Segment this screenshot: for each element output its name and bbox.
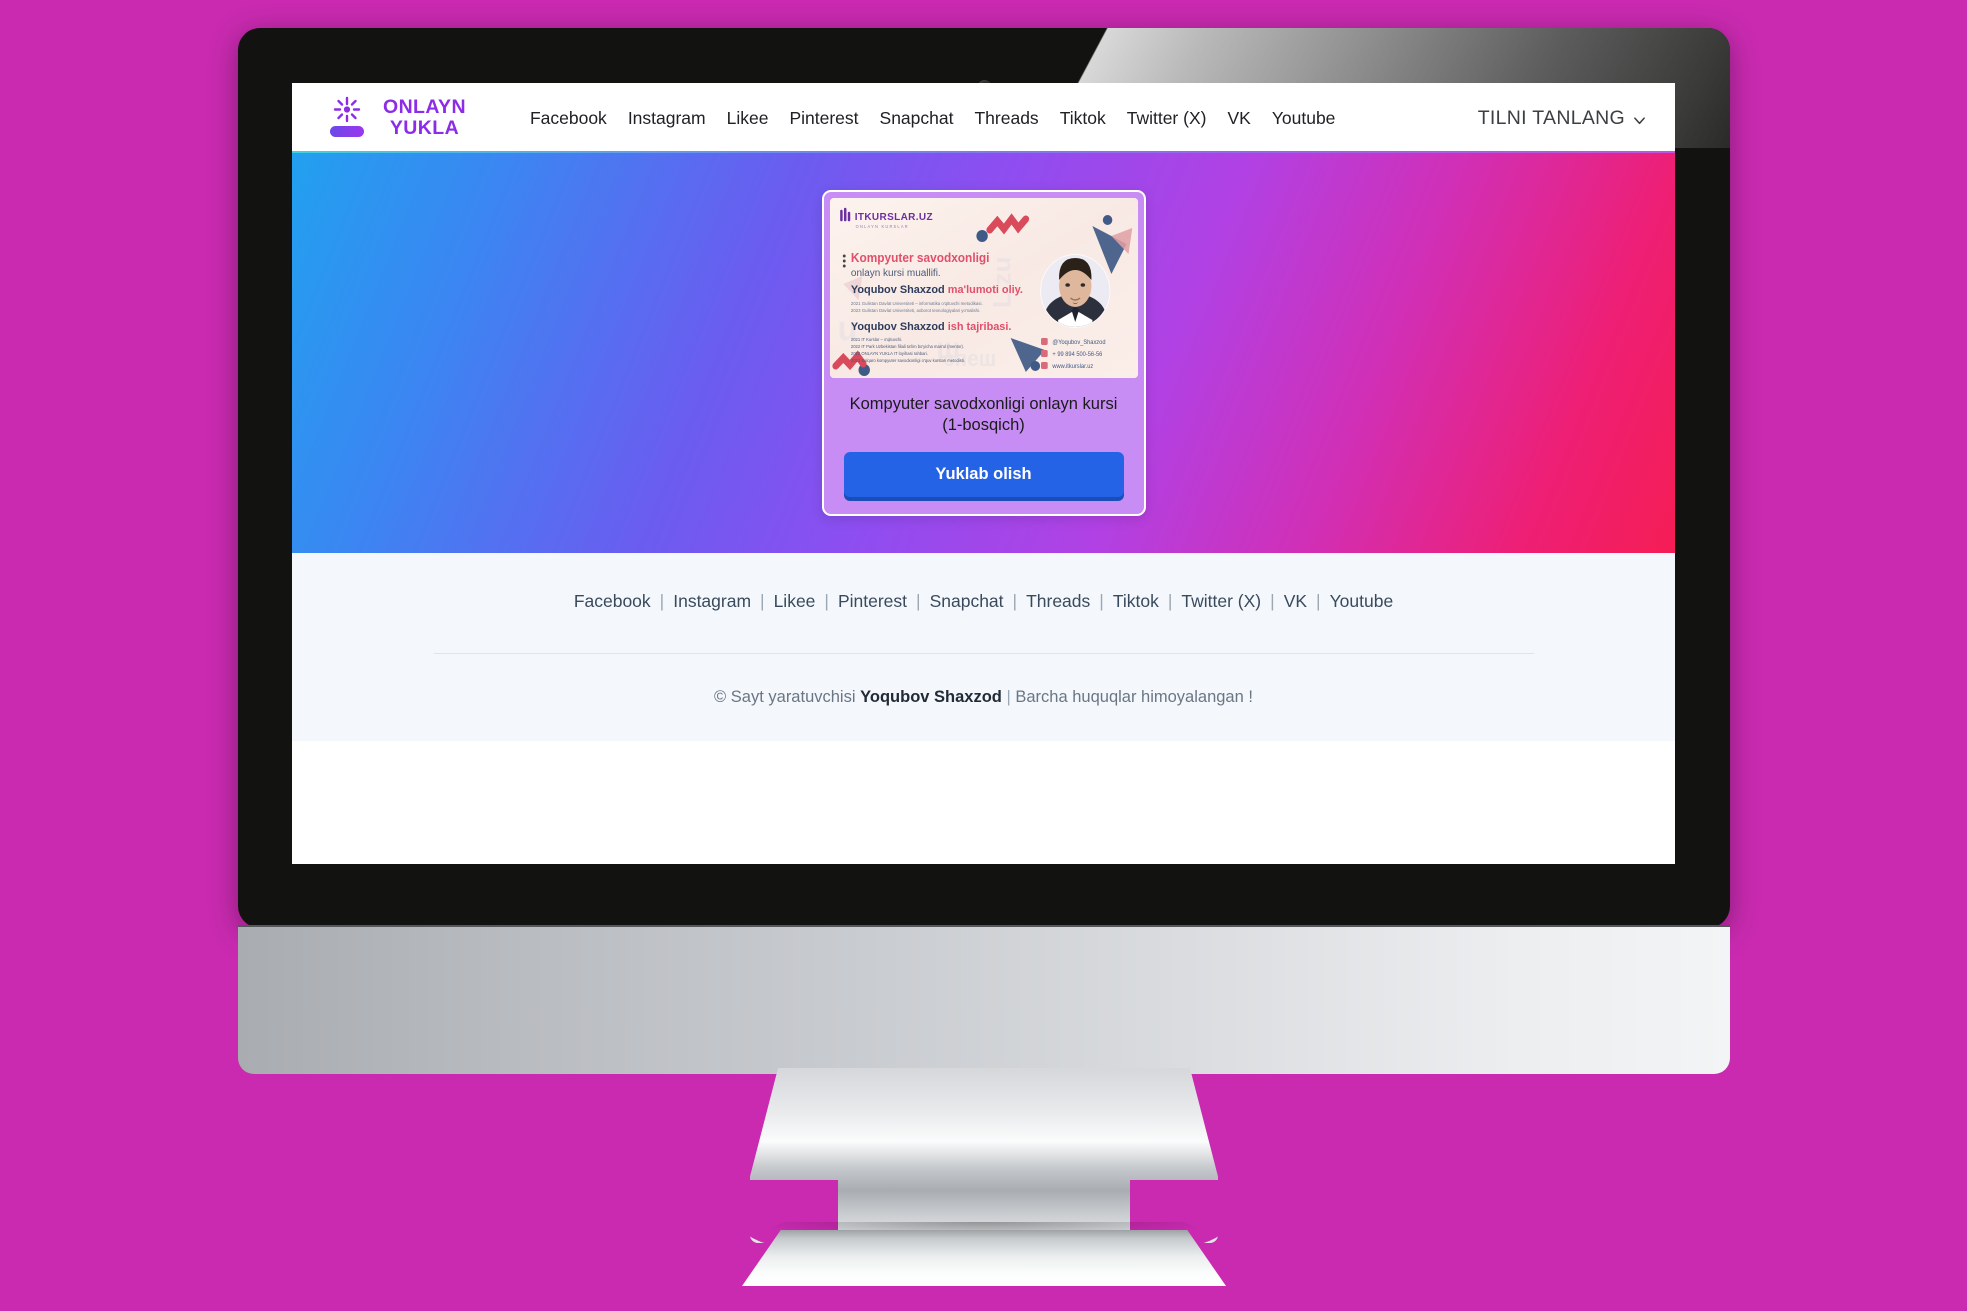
footer-separator: | — [1316, 591, 1321, 611]
nav-item-threads[interactable]: Threads — [974, 108, 1038, 129]
footer-link-instagram[interactable]: Instagram — [673, 591, 751, 612]
svg-text:L zu: L zu — [989, 256, 1016, 308]
svg-text:@Yoqubov_Shaxzod: @Yoqubov_Shaxzod — [1052, 339, 1105, 345]
language-selector[interactable]: TILNI TANLANG — [1476, 103, 1649, 134]
footer-link-facebook[interactable]: Facebook — [574, 591, 651, 612]
footer-separator: | — [1270, 591, 1275, 611]
language-selector-label: TILNI TANLANG — [1477, 106, 1625, 129]
footer-link-vk[interactable]: VK — [1284, 591, 1307, 612]
site-header: ONLAYN YUKLA Facebook Instagram Likee Pi… — [292, 83, 1675, 153]
svg-text:ONLAYN KURSLAR: ONLAYN KURSLAR — [855, 223, 908, 228]
nav-item-snapchat[interactable]: Snapchat — [880, 108, 954, 129]
course-thumbnail: u ш L zu зпеш ITKURSLAR.UZ ONLAYN KURSLA… — [829, 197, 1138, 378]
footer-separator: | — [824, 591, 829, 611]
nav-item-twitter[interactable]: Twitter (X) — [1127, 108, 1207, 129]
footer-link-threads[interactable]: Threads — [1026, 591, 1090, 612]
footer-separator: | — [1099, 591, 1104, 611]
nav-item-instagram[interactable]: Instagram — [628, 108, 706, 129]
footer-links: Facebook | Instagram | Likee | Pinterest… — [292, 591, 1675, 612]
nav-item-facebook[interactable]: Facebook — [530, 108, 607, 129]
footer-link-likee[interactable]: Likee — [774, 591, 816, 612]
screenshot-stage: ONLAYN YUKLA Facebook Instagram Likee Pi… — [0, 0, 1967, 1311]
svg-text:2023 Gulistan Davlat Universit: 2023 Gulistan Davlat Universiteti, axbor… — [850, 307, 979, 312]
svg-text:+ 99 894 500-56-56: + 99 894 500-56-56 — [1052, 351, 1102, 357]
svg-text:2021 IT Kurslar – o'qituvchi.: 2021 IT Kurslar – o'qituvchi. — [850, 336, 902, 341]
card-body: Kompyuter savodxonligi onlayn kursi (1-b… — [830, 378, 1138, 515]
svg-text:2021 Gulistan Davlat Universit: 2021 Gulistan Davlat Universiteti – info… — [850, 300, 982, 305]
copyright-suffix: Barcha huquqlar himoyalangan ! — [1015, 688, 1253, 706]
footer-link-youtube[interactable]: Youtube — [1330, 591, 1394, 612]
copyright-author: Yoqubov Shaxzod — [860, 688, 1002, 706]
download-card: u ш L zu зпеш ITKURSLAR.UZ ONLAYN KURSLA… — [821, 189, 1146, 517]
card-title: Kompyuter savodxonligi onlayn kursi (1-b… — [849, 394, 1118, 434]
footer-link-snapchat[interactable]: Snapchat — [930, 591, 1004, 612]
nav-item-youtube[interactable]: Youtube — [1272, 108, 1336, 129]
svg-text:Kompyuter savodxonligi: Kompyuter savodxonligi — [850, 250, 989, 264]
copyright-bar: | — [1006, 688, 1011, 706]
copyright-line: © Sayt yaratuvchisi Yoqubov Shaxzod | Ba… — [292, 688, 1675, 707]
svg-text:onlayn kursi muallifi.: onlayn kursi muallifi. — [850, 267, 940, 278]
nav-item-likee[interactable]: Likee — [727, 108, 769, 129]
nav-item-pinterest[interactable]: Pinterest — [789, 108, 858, 129]
footer-link-tiktok[interactable]: Tiktok — [1113, 591, 1159, 612]
svg-text:2023 ONLAYN YUKLA IT loyihasi: 2023 ONLAYN YUKLA IT loyihasi rahbari. — [850, 350, 927, 355]
footer-link-twitter[interactable]: Twitter (X) — [1181, 591, 1261, 612]
footer-link-pinterest[interactable]: Pinterest — [838, 591, 907, 612]
svg-text:Yoqubov Shaxzod ish tajribasi.: Yoqubov Shaxzod ish tajribasi. — [850, 320, 1011, 332]
download-button[interactable]: Yuklab olish — [843, 452, 1124, 498]
copyright-prefix: © Sayt yaratuvchisi — [714, 688, 856, 706]
svg-text:ITKURSLAR.UZ: ITKURSLAR.UZ — [854, 211, 932, 222]
header-accent-rule — [292, 151, 1675, 153]
footer-separator: | — [1167, 591, 1173, 611]
sparkle-logo-icon — [324, 95, 370, 141]
primary-navigation: Facebook Instagram Likee Pinterest Snapc… — [530, 108, 1476, 129]
page-bottom-whitespace — [292, 741, 1675, 864]
screen-viewport: ONLAYN YUKLA Facebook Instagram Likee Pi… — [292, 83, 1675, 864]
svg-text:www.itkurslar.uz: www.itkurslar.uz — [1051, 363, 1093, 369]
svg-text:2023 Xalqaro kompyuter savodxo: 2023 Xalqaro kompyuter savodxonligi o'qu… — [850, 357, 964, 362]
chevron-down-icon — [1632, 111, 1647, 126]
svg-text:2022 IT Park Uzbekistan filial: 2022 IT Park Uzbekistan filiali ta'lim b… — [850, 343, 963, 348]
footer-separator: | — [659, 591, 665, 611]
monitor-chin — [238, 925, 1730, 1074]
footer-separator: | — [916, 591, 921, 611]
nav-item-tiktok[interactable]: Tiktok — [1060, 108, 1106, 129]
logo-text: ONLAYN YUKLA — [383, 95, 466, 139]
monitor-stand-base — [742, 1230, 1226, 1286]
footer-divider — [433, 653, 1534, 654]
svg-text:Yoqubov Shaxzod ma'lumoti oliy: Yoqubov Shaxzod ma'lumoti oliy. — [850, 283, 1022, 295]
footer-separator: | — [760, 591, 765, 611]
logo-line-1: ONLAYN — [383, 95, 466, 118]
site-footer: Facebook | Instagram | Likee | Pinterest… — [292, 553, 1675, 741]
nav-item-vk[interactable]: VK — [1227, 108, 1250, 129]
hero-section: u ш L zu зпеш ITKURSLAR.UZ ONLAYN KURSLA… — [292, 153, 1675, 553]
site-logo[interactable]: ONLAYN YUKLA — [324, 95, 466, 141]
footer-separator: | — [1012, 591, 1018, 611]
logo-line-2: YUKLA — [389, 117, 460, 139]
